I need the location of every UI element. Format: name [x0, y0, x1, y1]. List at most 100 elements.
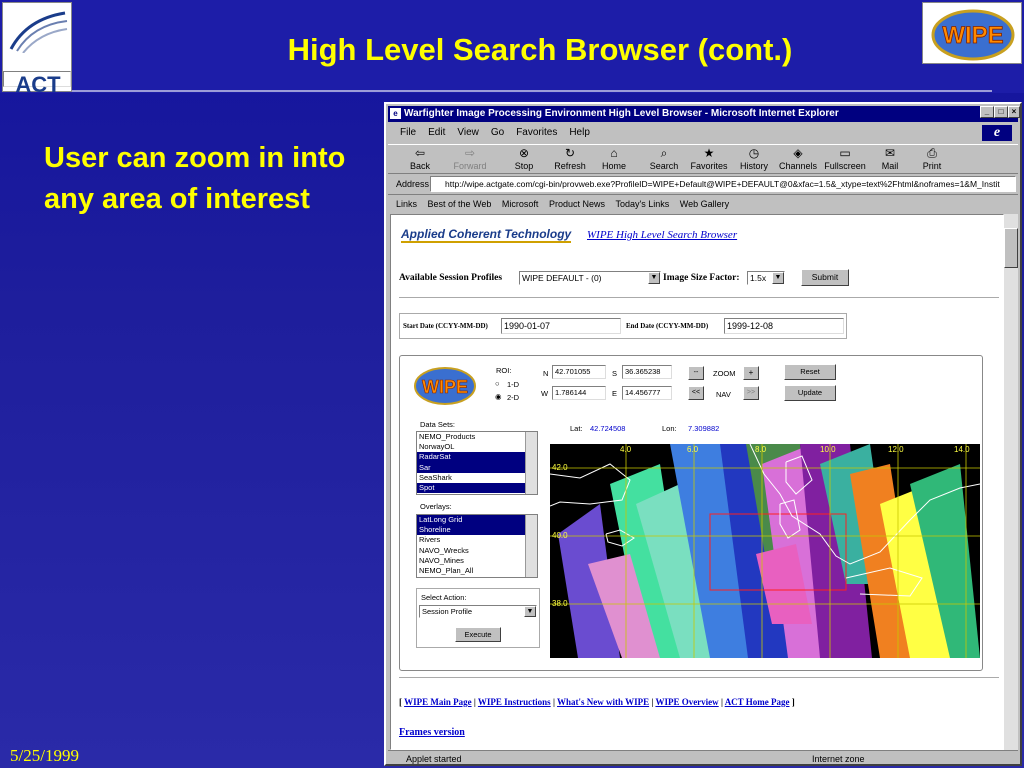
zoom-in-button[interactable]: +: [743, 366, 759, 380]
menu-help[interactable]: Help: [569, 124, 590, 142]
back-button[interactable]: ⇦ Back: [398, 146, 442, 174]
history-button[interactable]: ◷ History: [732, 146, 776, 174]
size-factor-select[interactable]: 1.5x ▼: [747, 271, 785, 285]
link-wipe-instructions[interactable]: WIPE Instructions: [478, 697, 551, 707]
zoom-label: ZOOM: [713, 369, 736, 378]
link-wipe-overview[interactable]: WIPE Overview: [655, 697, 718, 707]
coverage-map[interactable]: 4.0 6.0 8.0 10.0 12.0 14.0 42.0 40.0 38.…: [550, 444, 980, 658]
menu-go[interactable]: Go: [491, 124, 504, 142]
submit-button[interactable]: Submit: [801, 269, 849, 286]
nav-back-button[interactable]: <<: [688, 386, 704, 400]
north-input[interactable]: 42.701055: [552, 365, 606, 379]
menu-file[interactable]: File: [400, 124, 416, 142]
profile-select[interactable]: WIPE DEFAULT - (0) ▼: [519, 271, 661, 285]
start-date-input[interactable]: 1990-01-07: [501, 318, 621, 334]
link-product-news[interactable]: Product News: [549, 195, 605, 213]
list-item[interactable]: Sar: [417, 462, 537, 473]
link-wipe-main-page[interactable]: WIPE Main Page: [404, 697, 472, 707]
link-microsoft[interactable]: Microsoft: [502, 195, 539, 213]
maximize-button[interactable]: □: [994, 106, 1008, 118]
list-item[interactable]: NAVO_Mines: [417, 556, 537, 566]
lon-tick: 4.0: [620, 445, 632, 454]
zoom-out-button[interactable]: --: [688, 366, 704, 380]
slide-bullet: User can zoom in into any area of intere…: [44, 142, 346, 215]
page-scrollbar[interactable]: [1004, 214, 1018, 750]
wipe-globe-icon: WIPE: [931, 9, 1015, 61]
menu-favorites[interactable]: Favorites: [516, 124, 557, 142]
minimize-button[interactable]: _: [980, 106, 994, 118]
back-arrow-icon: ⇦: [414, 146, 426, 160]
west-input[interactable]: 1.786144: [552, 386, 606, 400]
roi-1d-radio[interactable]: ○: [495, 379, 500, 388]
menu-edit[interactable]: Edit: [428, 124, 445, 142]
link-web-gallery[interactable]: Web Gallery: [680, 195, 729, 213]
list-item[interactable]: NorwayOL: [417, 442, 537, 452]
channels-button[interactable]: ◈ Channels: [774, 146, 822, 174]
home-icon: ⌂: [610, 146, 618, 160]
link-act-home-page[interactable]: ACT Home Page: [725, 697, 790, 707]
list-item[interactable]: NAVO_Wrecks: [417, 546, 537, 556]
link-todays-links[interactable]: Today's Links: [616, 195, 670, 213]
lon-tick: 12.0: [888, 445, 904, 454]
roi-2d-radio[interactable]: ◉: [495, 392, 502, 401]
nav-forward-button[interactable]: >>: [743, 386, 759, 400]
address-label: Address: [396, 179, 430, 189]
lon-tick: 8.0: [755, 445, 767, 454]
end-date-input[interactable]: 1999-12-08: [724, 318, 844, 334]
list-item[interactable]: NEMO_Products: [417, 432, 537, 442]
lat-readout: 42.724508: [590, 424, 626, 433]
channels-icon: ◈: [793, 146, 803, 160]
act-logo-text: ACT: [3, 71, 71, 97]
list-item[interactable]: Shoreline: [417, 525, 537, 536]
divider: [399, 677, 999, 679]
fullscreen-button[interactable]: ▭ Fullscreen: [820, 146, 870, 174]
east-input[interactable]: 14.456777: [622, 386, 672, 400]
toolbar: ⇦ Back ⇨ Forward ⊗ Stop ↻ Refresh ⌂ Home ⌕ Sea…: [388, 144, 1018, 174]
list-item[interactable]: LatLong Grid: [417, 515, 537, 526]
status-text: Applet started: [406, 754, 462, 764]
history-icon: ◷: [748, 146, 760, 160]
scrollbar-thumb[interactable]: [1004, 228, 1018, 268]
page-heading[interactable]: WIPE High Level Search Browser: [587, 229, 737, 241]
browser-window: e Warfighter Image Processing Environmen…: [384, 102, 1022, 766]
favorites-button[interactable]: ★ Favorites: [684, 146, 734, 174]
window-title-bar[interactable]: e Warfighter Image Processing Environmen…: [388, 106, 1018, 122]
list-item[interactable]: RadarSat: [417, 452, 537, 463]
datasets-list[interactable]: NEMO_Products NorwayOL RadarSat Sar SeaS…: [416, 431, 538, 495]
address-input[interactable]: http://wipe.actgate.com/cgi-bin/provweb.…: [430, 176, 1016, 192]
lon-tick: 14.0: [954, 445, 970, 454]
refresh-icon: ↻: [564, 146, 576, 160]
print-button[interactable]: ⎙ Print: [914, 146, 950, 174]
datasets-scrollbar[interactable]: [525, 432, 537, 494]
reset-button[interactable]: Reset: [784, 364, 836, 380]
forward-button[interactable]: ⇨ Forward: [444, 146, 496, 174]
lon-tick: 6.0: [687, 445, 699, 454]
list-item[interactable]: SeaShark: [417, 473, 537, 483]
search-button[interactable]: ⌕ Search: [642, 146, 686, 174]
execute-button[interactable]: Execute: [455, 627, 501, 642]
close-button[interactable]: ×: [1008, 106, 1020, 118]
action-label: Select Action:: [421, 593, 467, 602]
list-item[interactable]: NEMO_Plan_All: [417, 566, 537, 576]
mail-button[interactable]: ✉ Mail: [872, 146, 908, 174]
link-whats-new[interactable]: What's New with WIPE: [557, 697, 649, 707]
datasets-label: Data Sets:: [420, 420, 456, 429]
link-best-of-the-web[interactable]: Best of the Web: [428, 195, 492, 213]
overlays-scrollbar[interactable]: [525, 515, 537, 577]
action-select[interactable]: Session Profile ▼: [419, 605, 537, 618]
applet-logo-text: WIPE: [422, 377, 468, 397]
coverage-map-canvas: 4.0 6.0 8.0 10.0 12.0 14.0 42.0 40.0 38.…: [550, 444, 980, 658]
stop-button[interactable]: ⊗ Stop: [502, 146, 546, 174]
menu-view[interactable]: View: [457, 124, 479, 142]
nav-label: NAV: [716, 390, 731, 399]
s-label: S: [612, 369, 618, 378]
update-button[interactable]: Update: [784, 385, 836, 401]
refresh-button[interactable]: ↻ Refresh: [548, 146, 592, 174]
list-item[interactable]: Rivers: [417, 535, 537, 545]
list-item[interactable]: Spot: [417, 482, 537, 494]
frames-version-link[interactable]: Frames version: [399, 727, 465, 738]
south-input[interactable]: 36.365238: [622, 365, 672, 379]
home-button[interactable]: ⌂ Home: [592, 146, 636, 174]
footer-links: [ WIPE Main Page | WIPE Instructions | W…: [399, 697, 795, 707]
overlays-list[interactable]: LatLong Grid Shoreline Rivers NAVO_Wreck…: [416, 514, 538, 578]
